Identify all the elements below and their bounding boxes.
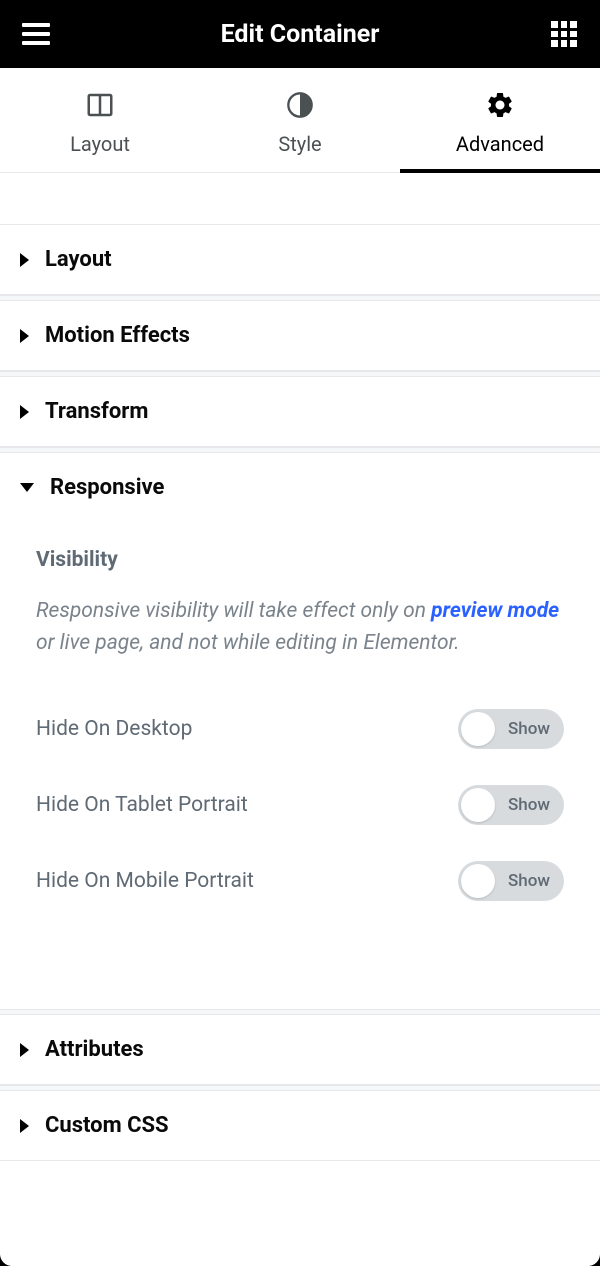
preview-mode-link[interactable]: preview mode [431,599,559,623]
chevron-right-icon [20,253,29,267]
tab-style-label: Style [278,132,321,156]
toggle-state-text: Show [508,795,550,815]
toggle-state-text: Show [508,719,550,739]
apps-grid-icon [551,21,577,47]
section-motion-effects-title: Motion Effects [45,323,190,348]
hide-tablet-label: Hide On Tablet Portrait [36,793,248,817]
hide-desktop-label: Hide On Desktop [36,717,192,741]
gear-icon [485,90,515,120]
tab-layout[interactable]: Layout [0,68,200,172]
section-responsive[interactable]: Responsive [0,452,600,522]
panel-title: Edit Container [221,20,380,49]
toggle-knob [461,788,495,822]
visibility-note: Responsive visibility will take effect o… [36,596,564,659]
toggle-knob [461,712,495,746]
section-custom-css[interactable]: Custom CSS [0,1090,600,1161]
panel-header: Edit Container [0,0,600,68]
section-layout[interactable]: Layout [0,224,600,295]
hide-desktop-row: Hide On Desktop Show [36,691,564,767]
chevron-right-icon [20,405,29,419]
style-icon [285,90,315,120]
section-attributes[interactable]: Attributes [0,1014,600,1085]
section-custom-css-title: Custom CSS [45,1113,169,1138]
tab-advanced[interactable]: Advanced [400,68,600,172]
tab-advanced-label: Advanced [456,132,544,156]
note-prefix: Responsive visibility will take effect o… [36,599,431,623]
note-suffix: or live page, and not while editing in E… [36,631,460,655]
section-attributes-title: Attributes [45,1037,144,1062]
chevron-right-icon [20,329,29,343]
section-layout-title: Layout [45,247,112,272]
toggle-state-text: Show [508,871,550,891]
apps-button[interactable] [548,18,580,50]
hamburger-icon [22,23,50,45]
toggle-knob [461,864,495,898]
hide-mobile-label: Hide On Mobile Portrait [36,869,254,893]
chevron-right-icon [20,1043,29,1057]
tab-style[interactable]: Style [200,68,400,172]
hide-tablet-row: Hide On Tablet Portrait Show [36,767,564,843]
section-motion-effects[interactable]: Motion Effects [0,300,600,371]
hide-mobile-toggle[interactable]: Show [458,861,564,901]
chevron-right-icon [20,1119,29,1133]
section-transform-title: Transform [45,399,148,424]
section-responsive-title: Responsive [50,475,164,500]
responsive-panel: Visibility Responsive visibility will ta… [0,522,600,959]
chevron-down-icon [20,483,34,492]
layout-icon [85,90,115,120]
section-transform[interactable]: Transform [0,376,600,447]
tab-layout-label: Layout [70,132,130,156]
menu-button[interactable] [20,18,52,50]
hide-desktop-toggle[interactable]: Show [458,709,564,749]
tabs-bar: Layout Style Advanced [0,68,600,173]
hide-mobile-row: Hide On Mobile Portrait Show [36,843,564,919]
visibility-heading: Visibility [36,548,564,572]
hide-tablet-toggle[interactable]: Show [458,785,564,825]
